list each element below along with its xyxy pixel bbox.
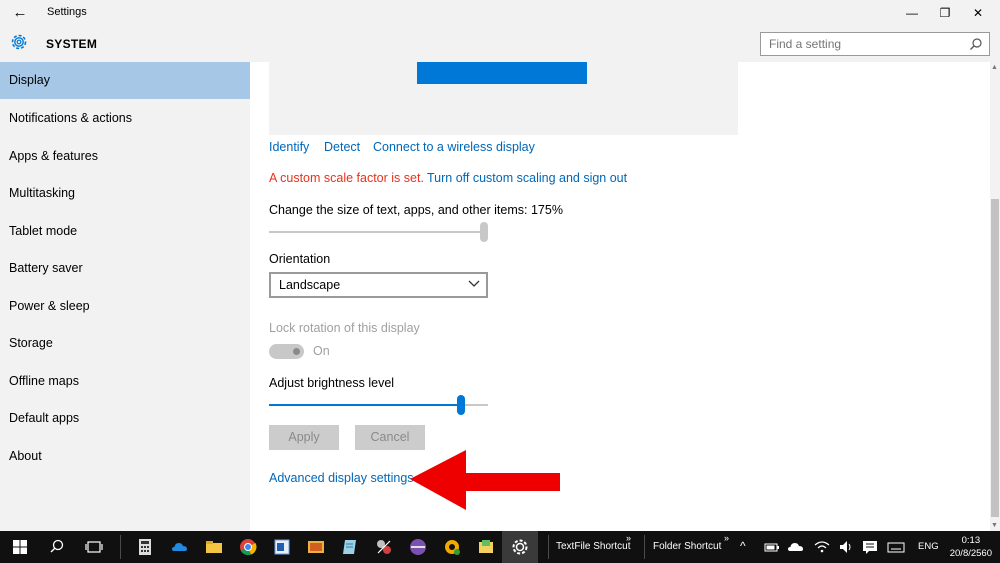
sidebar-item-about[interactable]: About: [0, 438, 250, 475]
action-center-icon[interactable]: [860, 537, 880, 557]
onedrive-tray-icon[interactable]: [786, 537, 806, 557]
wifi-icon[interactable]: [812, 537, 832, 557]
lock-rotation-state: On: [313, 344, 330, 358]
brightness-slider-thumb[interactable]: [457, 395, 465, 415]
scroll-up-icon[interactable]: ▲: [991, 64, 998, 71]
identify-link[interactable]: Identify: [269, 140, 309, 154]
folder-shortcut-toolbar[interactable]: Folder Shortcut: [653, 541, 721, 552]
scale-label: Change the size of text, apps, and other…: [269, 203, 563, 217]
display-settings-panel: Identify Detect Connect to a wireless di…: [250, 62, 990, 531]
sidebar-nav: Display Notifications & actions Apps & f…: [0, 62, 250, 531]
volume-icon[interactable]: [836, 537, 856, 557]
toolbar-expand-icon[interactable]: »: [724, 533, 729, 543]
minimize-button[interactable]: —: [896, 0, 928, 26]
brightness-label: Adjust brightness level: [269, 376, 395, 390]
disc-app-icon[interactable]: [408, 537, 428, 557]
show-hidden-icons-icon[interactable]: ^: [740, 539, 746, 553]
scale-slider-track: [269, 231, 488, 233]
file-explorer-icon[interactable]: [204, 537, 224, 557]
back-arrow-icon[interactable]: ←: [10, 3, 30, 23]
sidebar-item-default-apps[interactable]: Default apps: [0, 400, 250, 437]
notepad-icon[interactable]: [340, 537, 360, 557]
sidebar-item-notifications[interactable]: Notifications & actions: [0, 100, 250, 137]
scale-slider-thumb[interactable]: [480, 222, 488, 242]
task-view-icon[interactable]: [84, 537, 104, 557]
chrome-icon[interactable]: [238, 537, 258, 557]
turn-off-scaling-link[interactable]: Turn off custom scaling and sign out: [427, 171, 627, 185]
settings-taskbar-icon[interactable]: [510, 537, 530, 557]
vertical-scrollbar[interactable]: ▲ ▼: [990, 62, 1000, 531]
clock-time: 0:13: [961, 535, 981, 546]
custom-scale-warning: A custom scale factor is set.: [269, 171, 424, 185]
sidebar-item-tablet-mode[interactable]: Tablet mode: [0, 213, 250, 250]
onedrive-icon[interactable]: [170, 537, 190, 557]
scrollbar-thumb[interactable]: [991, 199, 999, 517]
input-language[interactable]: ENG: [918, 541, 939, 552]
gear-icon: [11, 34, 27, 50]
orientation-label: Orientation: [269, 252, 331, 266]
scale-slider[interactable]: [269, 222, 488, 242]
sidebar-item-storage[interactable]: Storage: [0, 325, 250, 362]
search-box[interactable]: [760, 32, 990, 56]
title-bar: ← Settings — ❐ ✕: [0, 0, 1000, 26]
apply-button[interactable]: Apply: [269, 425, 339, 450]
orientation-dropdown[interactable]: Landscape: [269, 272, 488, 298]
sidebar-item-battery-saver[interactable]: Battery saver: [0, 250, 250, 287]
taskbar-separator: [548, 535, 549, 559]
taskbar-separator: [120, 535, 121, 559]
orientation-value: Landscape: [279, 278, 341, 292]
sidebar-item-power-sleep[interactable]: Power & sleep: [0, 288, 250, 325]
taskbar: TextFile Shortcut » Folder Shortcut » ^ …: [0, 531, 1000, 563]
detect-link[interactable]: Detect: [324, 140, 360, 154]
red-arrow-annotation: [410, 450, 560, 510]
window-title: Settings: [47, 6, 87, 18]
brightness-slider[interactable]: [269, 395, 488, 415]
windows-start-icon[interactable]: [10, 537, 30, 557]
snipping-tool-icon[interactable]: [374, 537, 394, 557]
battery-icon[interactable]: [762, 537, 782, 557]
clock[interactable]: 0:13 20/8/2560: [950, 534, 992, 560]
sidebar-item-apps-features[interactable]: Apps & features: [0, 138, 250, 175]
taskbar-separator: [644, 535, 645, 559]
clock-date: 20/8/2560: [949, 548, 992, 559]
outlook-icon[interactable]: [272, 537, 292, 557]
monitor-tile[interactable]: [417, 62, 587, 84]
brightness-slider-fill: [269, 404, 459, 406]
media-app-icon[interactable]: [306, 537, 326, 557]
search-input[interactable]: [761, 33, 961, 55]
scroll-down-icon[interactable]: ▼: [991, 522, 998, 529]
settings-header: SYSTEM: [0, 26, 1000, 62]
lock-rotation-toggle[interactable]: [269, 344, 304, 359]
toggle-knob: [293, 348, 300, 355]
toolbar-expand-icon[interactable]: »: [626, 533, 631, 543]
wireless-display-link[interactable]: Connect to a wireless display: [373, 140, 535, 154]
settings-gear-app-icon[interactable]: [442, 537, 462, 557]
sidebar-item-multitasking[interactable]: Multitasking: [0, 175, 250, 212]
close-button[interactable]: ✕: [962, 0, 994, 26]
folder-app-icon[interactable]: [476, 537, 496, 557]
search-icon[interactable]: [47, 537, 67, 557]
chevron-down-icon: [468, 280, 480, 287]
sidebar-item-offline-maps[interactable]: Offline maps: [0, 363, 250, 400]
textfile-shortcut-toolbar[interactable]: TextFile Shortcut: [556, 541, 630, 552]
section-title: SYSTEM: [46, 37, 98, 51]
search-icon[interactable]: [969, 37, 983, 51]
cancel-button[interactable]: Cancel: [355, 425, 425, 450]
advanced-display-settings-link[interactable]: Advanced display settings: [269, 471, 414, 485]
calculator-icon[interactable]: [135, 537, 155, 557]
keyboard-icon[interactable]: [886, 537, 906, 557]
restore-button[interactable]: ❐: [929, 0, 961, 26]
display-preview: [269, 62, 738, 135]
sidebar-item-display[interactable]: Display: [0, 62, 250, 99]
lock-rotation-label: Lock rotation of this display: [269, 321, 420, 335]
